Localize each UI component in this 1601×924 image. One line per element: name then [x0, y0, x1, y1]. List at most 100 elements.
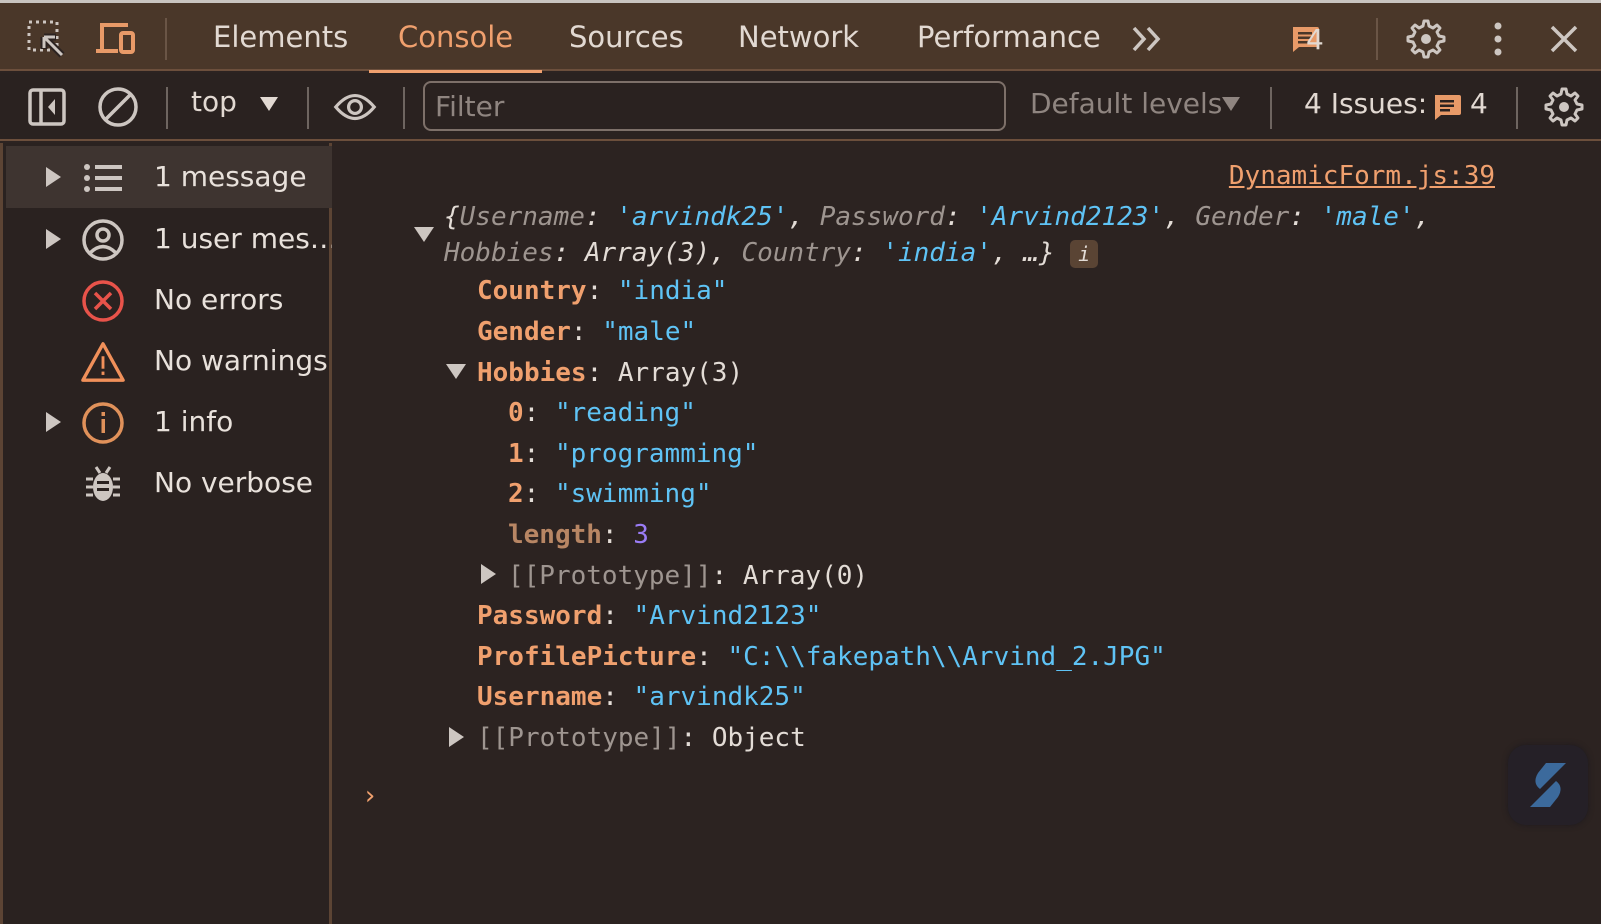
divider [1376, 18, 1378, 60]
summary-key: Username [459, 202, 585, 232]
sidebar-toggle-icon[interactable] [25, 85, 69, 129]
object-prototype-row[interactable]: [[Prototype]]: Object [477, 720, 806, 756]
expand-array-prototype-arrow-icon[interactable] [481, 564, 496, 584]
property-value: "india" [617, 276, 728, 306]
summary-value: 'india' [882, 238, 992, 268]
property-key: ProfilePicture [477, 642, 697, 672]
expand-arrow-icon[interactable] [46, 412, 61, 432]
settings-gear-icon[interactable] [1404, 17, 1448, 61]
error-icon [80, 278, 126, 324]
object-summary-line-2[interactable]: Hobbies: Array(3), Country: 'india', …} … [444, 235, 1099, 271]
tab-performance[interactable]: Performance [917, 3, 1101, 71]
sidebar-item-errors[interactable]: No errors [6, 269, 332, 331]
more-options-icon[interactable] [1476, 17, 1520, 61]
issues-count[interactable]: 4 [1306, 23, 1324, 56]
issues-message-icon[interactable] [1426, 85, 1470, 129]
summary-key: Hobbies [444, 238, 554, 268]
prototype-key: [[Prototype]] [508, 561, 712, 591]
property-row: Password: "Arvind2123" [477, 601, 822, 631]
expand-object-prototype-arrow-icon[interactable] [449, 727, 464, 747]
console-prompt[interactable]: › [362, 781, 378, 811]
floating-extension-button[interactable] [1508, 745, 1588, 825]
property-key: Gender [477, 317, 571, 347]
array-value: "reading" [554, 398, 696, 428]
filter-input[interactable] [423, 81, 1006, 131]
issues-count[interactable]: 4 [1470, 87, 1488, 120]
user-icon [80, 217, 126, 263]
property-row: Country: "india" [477, 276, 728, 306]
array-index: 0 [508, 398, 524, 428]
inspect-element-icon[interactable] [24, 17, 68, 61]
sidebar-item-user-messages[interactable]: 1 user mes… [6, 208, 338, 270]
list-icon [80, 155, 126, 201]
tab-network[interactable]: Network [738, 3, 859, 71]
sidebar-item-label: No warnings [154, 344, 328, 377]
divider [307, 87, 309, 129]
array-index: 2 [508, 479, 524, 509]
sidebar-item-messages[interactable]: 1 message [6, 146, 332, 208]
property-value: "Arvind2123" [633, 601, 822, 631]
expand-arrow-icon[interactable] [46, 229, 61, 249]
divider [1270, 87, 1272, 129]
sidebar-item-label: No verbose [154, 466, 314, 499]
sidebar-item-verbose[interactable]: No verbose [6, 452, 332, 514]
clear-console-icon[interactable] [96, 85, 140, 129]
object-summary-line-1[interactable]: {Username: 'arvindk25', Password: 'Arvin… [444, 199, 1430, 235]
property-row-hobbies[interactable]: Hobbies: Array(3) [477, 355, 743, 391]
property-value: "arvindk25" [633, 682, 806, 712]
bug-icon [80, 461, 126, 507]
divider [403, 87, 405, 129]
info-icon [80, 400, 126, 446]
array-length: length: 3 [508, 520, 649, 550]
property-row: ProfilePicture: "C:\\fakepath\\Arvind_2.… [477, 642, 1166, 672]
console-toolbar: top Default levels 4 Issues: 4 [0, 73, 1601, 141]
divider [1516, 87, 1518, 129]
sidebar-item-info[interactable]: 1 info [6, 391, 332, 453]
tab-console[interactable]: Console [368, 3, 543, 73]
array-item: 0: "reading" [508, 398, 696, 428]
context-dropdown-arrow-icon[interactable] [260, 97, 278, 111]
tab-elements[interactable]: Elements [213, 3, 348, 71]
array-item: 1: "programming" [508, 439, 759, 469]
levels-dropdown-arrow-icon[interactable] [1222, 97, 1240, 111]
device-toolbar-icon[interactable] [94, 17, 138, 61]
console-sidebar: 1 message 1 user mes… No errors No warni… [0, 143, 338, 924]
sidebar-item-warnings[interactable]: No warnings [6, 330, 332, 392]
ellipsis: …} [1023, 238, 1055, 268]
property-row: Gender: "male" [477, 317, 697, 347]
close-icon[interactable] [1542, 17, 1586, 61]
property-key: Password [477, 601, 603, 631]
array-value: "programming" [554, 439, 759, 469]
source-link[interactable]: DynamicForm.js:39 [1229, 161, 1495, 191]
divider [165, 18, 167, 60]
property-value: "C:\\fakepath\\Arvind_2.JPG" [727, 642, 1166, 672]
live-expression-eye-icon[interactable] [333, 85, 377, 129]
property-key: Hobbies [477, 358, 587, 388]
summary-key: Gender [1195, 202, 1290, 232]
property-value: "male" [602, 317, 697, 347]
prototype-value: Array(0) [742, 561, 869, 591]
property-key: Country [477, 276, 587, 306]
summary-key: Country [741, 238, 852, 268]
summary-key: Password [819, 202, 945, 232]
info-badge-icon[interactable]: i [1070, 239, 1099, 268]
issues-label[interactable]: 4 Issues: [1304, 87, 1427, 120]
collapse-object-arrow-icon[interactable] [414, 227, 434, 242]
property-value: Array(3) [617, 358, 744, 388]
context-selector[interactable]: top [191, 85, 237, 118]
collapse-hobbies-arrow-icon[interactable] [446, 364, 466, 379]
summary-value: 'male' [1320, 202, 1415, 232]
expand-arrow-icon[interactable] [46, 167, 61, 187]
summary-value: Array(3) [584, 238, 711, 268]
sidebar-item-label: 1 message [154, 160, 307, 193]
array-prototype-row[interactable]: [[Prototype]]: Array(0) [508, 558, 868, 594]
array-index: 1 [508, 439, 524, 469]
tab-sources[interactable]: Sources [569, 3, 684, 71]
length-value: 3 [633, 520, 649, 550]
property-row: Username: "arvindk25" [477, 682, 806, 712]
devtools-tabbar: Elements Console Sources Network Perform… [0, 3, 1601, 73]
console-settings-gear-icon[interactable] [1542, 85, 1586, 129]
array-item: 2: "swimming" [508, 479, 712, 509]
chevrons-right-icon[interactable] [1126, 17, 1170, 61]
log-levels-dropdown[interactable]: Default levels [1030, 87, 1222, 120]
